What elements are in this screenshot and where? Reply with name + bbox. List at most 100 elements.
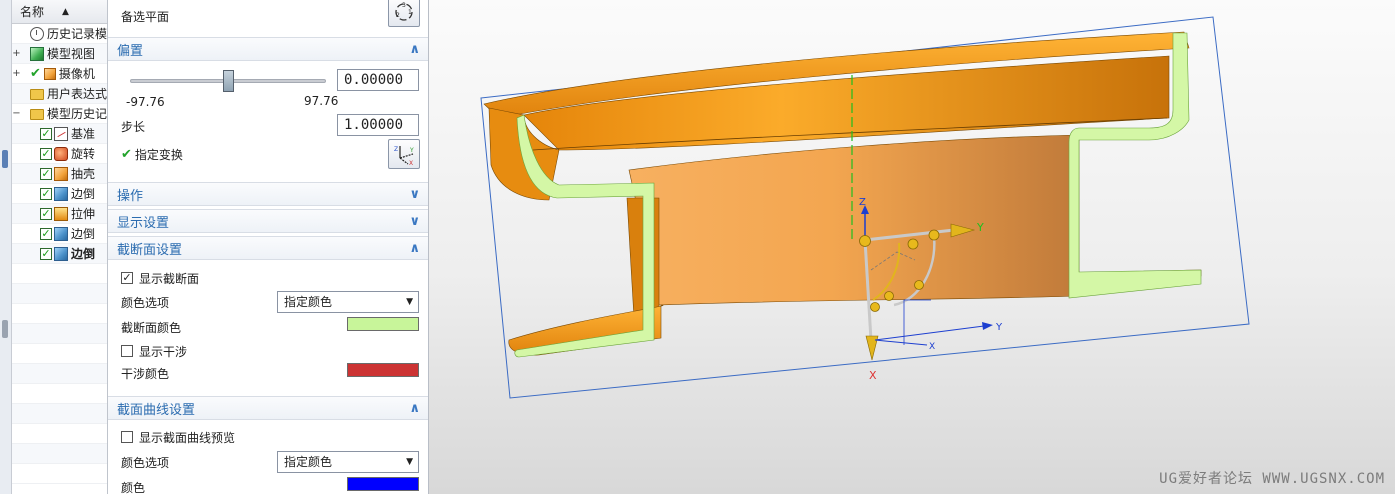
empty-row: [12, 304, 107, 324]
feature-visible-checkbox[interactable]: ✓: [40, 167, 52, 180]
empty-row: [12, 464, 107, 484]
section-color-swatch[interactable]: [347, 317, 419, 331]
show-section-checkbox[interactable]: ✓: [121, 272, 133, 284]
show-curve-preview-checkbox[interactable]: [121, 431, 133, 443]
wcs-y-label: Y: [995, 322, 1003, 333]
revolve-icon: [54, 146, 68, 161]
show-interference-checkbox[interactable]: [121, 345, 133, 357]
folder-icon: [29, 109, 44, 120]
curve-color-swatch[interactable]: [347, 477, 419, 491]
tree-node-feature[interactable]: ✓ 抽壳: [12, 164, 107, 184]
section-header-section-settings[interactable]: 截断面设置 ∧: [108, 236, 428, 260]
shell-icon: [54, 166, 68, 181]
tree-node-feature[interactable]: ✓ 边倒: [12, 184, 107, 204]
expand-plus-icon[interactable]: +: [12, 48, 21, 59]
svg-text:Y: Y: [409, 147, 414, 154]
empty-row: [12, 284, 107, 304]
offset-slider-thumb[interactable]: [222, 70, 234, 92]
forum-watermark: UG爱好者论坛 WWW.UGSNX.COM: [1159, 471, 1385, 487]
sort-ascending-icon: ▲: [62, 6, 69, 17]
svg-text:1: 1: [408, 9, 412, 16]
curve-color-option-select[interactable]: 指定颜色 ▼: [277, 451, 419, 473]
svg-text:3: 3: [402, 2, 406, 9]
tree-node-feature[interactable]: ✓ 边倒: [12, 224, 107, 244]
empty-row: [12, 384, 107, 404]
edge-blend-icon: [54, 186, 68, 201]
resource-tab[interactable]: [2, 320, 8, 338]
section-header-display-settings[interactable]: 显示设置 ∨: [108, 209, 428, 233]
edge-blend-icon: [54, 226, 68, 241]
chevron-up-icon: ∧: [409, 41, 420, 57]
resource-tab[interactable]: [2, 150, 8, 168]
section-header-curve-settings[interactable]: 截面曲线设置 ∧: [108, 396, 428, 420]
green-check-icon: ✔: [121, 146, 132, 162]
empty-row: [12, 404, 107, 424]
show-interference-row[interactable]: 显示干涉: [108, 341, 428, 361]
tree-node-feature[interactable]: ✓ 旋转: [12, 144, 107, 164]
empty-row: [12, 344, 107, 364]
chevron-down-icon: ∨: [409, 186, 420, 202]
tree-node-feature[interactable]: ✓ 拉伸: [12, 204, 107, 224]
triad-z-label: Z: [859, 197, 866, 208]
expand-plus-icon[interactable]: +: [12, 68, 21, 79]
green-check-icon: ✔: [30, 66, 41, 81]
feature-visible-checkbox[interactable]: ✓: [40, 247, 52, 260]
model-views-icon: [30, 46, 44, 61]
column-header-name[interactable]: 名称 ▲: [12, 0, 107, 24]
tree-node-feature-current[interactable]: ✓ 边倒: [12, 244, 107, 264]
tree-node-user-expressions[interactable]: 用户表达式: [12, 84, 107, 104]
alternate-plane-row: 备选平面: [121, 9, 170, 24]
dropdown-arrow-icon: ▼: [406, 457, 413, 467]
svg-text:2: 2: [396, 12, 400, 19]
feature-visible-checkbox[interactable]: ✓: [40, 227, 52, 240]
empty-row: [12, 424, 107, 444]
section-header-operations[interactable]: 操作 ∨: [108, 182, 428, 206]
triad-x-label: X: [869, 369, 877, 382]
cycle-plane-icon: 3 1 2: [395, 2, 413, 21]
chevron-up-icon: ∧: [409, 400, 420, 416]
offset-min-label: -97.76: [126, 95, 165, 109]
specify-transform-row: ✔ 指定变换: [121, 146, 183, 162]
section-view-model[interactable]: Z Y X Y X: [429, 0, 1395, 494]
tree-node-model-views[interactable]: + 模型视图: [12, 44, 107, 64]
empty-row: [12, 264, 107, 284]
triad-y-label: Y: [976, 221, 984, 234]
extrude-icon: [54, 206, 68, 221]
clock-icon: [29, 26, 44, 41]
feature-visible-checkbox[interactable]: ✓: [40, 127, 52, 140]
datum-icon: [54, 126, 68, 141]
edge-blend-icon: [54, 246, 68, 261]
folder-icon: [29, 89, 44, 100]
dropdown-arrow-icon: ▼: [406, 297, 413, 307]
csys-dialog-button[interactable]: Z Y X: [388, 139, 420, 169]
color-option-select[interactable]: 指定颜色 ▼: [277, 291, 419, 313]
offset-value-input[interactable]: 0.00000: [337, 69, 419, 91]
tree-node-feature[interactable]: ✓ 基准: [12, 124, 107, 144]
svg-text:Z: Z: [394, 146, 398, 153]
camera-icon: [43, 67, 56, 80]
tree-node-history[interactable]: 历史记录模: [12, 24, 107, 44]
feature-visible-checkbox[interactable]: ✓: [40, 207, 52, 220]
alternate-plane-button[interactable]: 3 1 2: [388, 0, 420, 27]
tree-node-cameras[interactable]: + ✔ 摄像机: [12, 64, 107, 84]
empty-row: [12, 444, 107, 464]
tree-node-model-history[interactable]: − 模型历史记: [12, 104, 107, 124]
chevron-up-icon: ∧: [409, 240, 420, 256]
resource-bar: [0, 0, 12, 494]
show-section-row[interactable]: ✓ 显示截断面: [108, 268, 428, 288]
wcs-x-label: X: [929, 342, 935, 352]
section-header-offset[interactable]: 偏置 ∧: [108, 37, 428, 61]
empty-row: [12, 364, 107, 384]
view-section-dialog: 备选平面 3 1 2 偏置 ∧ 0.00000 -97.76 97.76 步长 …: [108, 0, 429, 494]
graphics-viewport[interactable]: Z Y X Y X UG爱好者论坛 WWW.UGSNX.COM: [429, 0, 1395, 494]
step-value-input[interactable]: 1.00000: [337, 114, 419, 136]
offset-max-label: 97.76: [304, 94, 339, 108]
coordinate-system-icon: Z Y X: [394, 146, 414, 166]
feature-visible-checkbox[interactable]: ✓: [40, 187, 52, 200]
interference-color-swatch[interactable]: [347, 363, 419, 377]
chevron-down-icon: ∨: [409, 213, 420, 229]
svg-text:X: X: [409, 160, 413, 166]
show-curve-preview-row[interactable]: 显示截面曲线预览: [108, 427, 428, 447]
expand-minus-icon[interactable]: −: [12, 108, 21, 119]
feature-visible-checkbox[interactable]: ✓: [40, 147, 52, 160]
